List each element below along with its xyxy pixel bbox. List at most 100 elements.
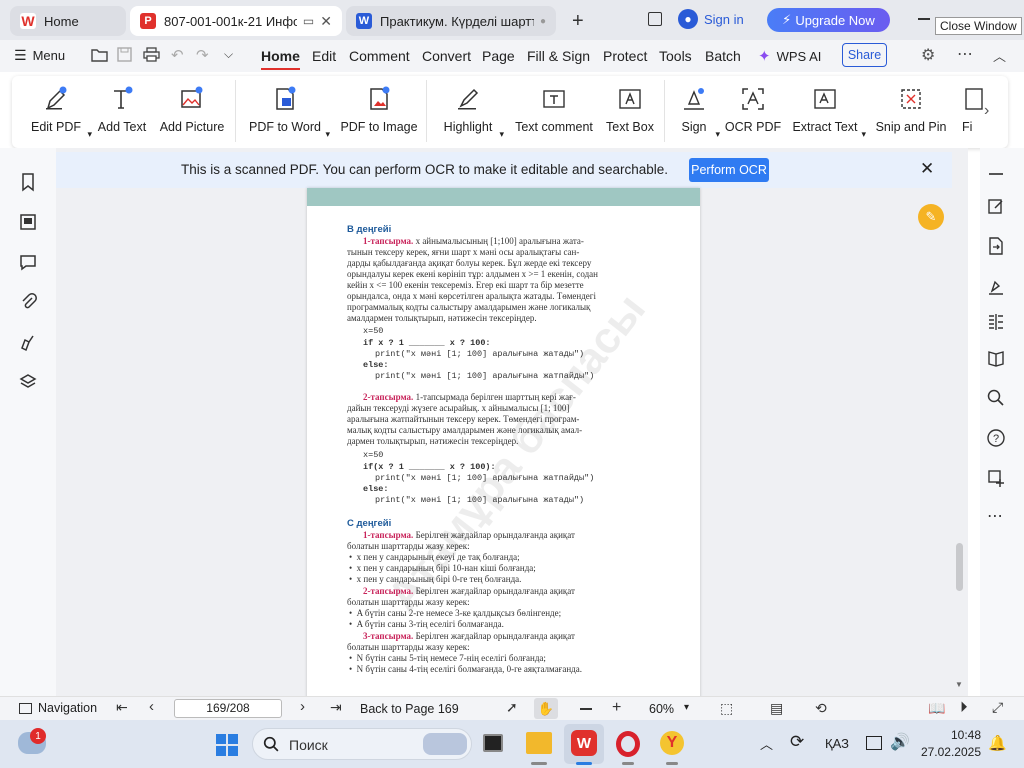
- book-icon[interactable]: [986, 348, 1006, 368]
- thumbnails-icon[interactable]: [18, 212, 38, 232]
- clock-date[interactable]: 27.02.2025: [917, 745, 981, 759]
- pdf-to-word-button[interactable]: PDF to Word ▾: [246, 82, 330, 142]
- attachment-icon[interactable]: [18, 292, 38, 312]
- minimize-icon[interactable]: [918, 18, 930, 20]
- pdf-to-image-button[interactable]: PDF to Image: [340, 82, 418, 142]
- page-layout-icon[interactable]: ▤: [770, 700, 783, 717]
- menu-convert[interactable]: Convert: [422, 48, 471, 64]
- volume-icon[interactable]: 🔊: [890, 732, 910, 752]
- clock-time[interactable]: 10:48: [929, 728, 981, 742]
- close-ocr-bar-icon[interactable]: ✕: [920, 159, 934, 179]
- open-folder-icon[interactable]: [91, 48, 108, 62]
- rotate-page-icon[interactable]: ⟲: [815, 700, 827, 717]
- opera-browser-icon[interactable]: [616, 731, 640, 757]
- undo-icon[interactable]: ↶: [171, 46, 184, 64]
- menu-tools[interactable]: Tools: [659, 48, 692, 64]
- fit-page-icon[interactable]: ⬚: [720, 700, 733, 717]
- input-language[interactable]: ҚАЗ: [825, 736, 849, 751]
- text-box-button[interactable]: Text Box: [606, 82, 654, 142]
- menu-comment[interactable]: Comment: [349, 48, 410, 64]
- edit-note-icon[interactable]: [986, 196, 1006, 216]
- bookmark-icon[interactable]: [18, 172, 38, 192]
- more-tools-icon[interactable]: ⋯: [987, 506, 1003, 526]
- floating-edit-pencil-icon[interactable]: ✎: [918, 204, 944, 230]
- layers-icon[interactable]: [18, 372, 38, 392]
- file-explorer-icon[interactable]: [526, 732, 552, 754]
- document-view[interactable]: This is a scanned PDF. You can perform O…: [56, 148, 968, 696]
- navigation-toggle[interactable]: Navigation: [19, 701, 97, 715]
- show-hidden-icons-icon[interactable]: ︿: [760, 734, 773, 753]
- windows-start-icon[interactable]: [215, 733, 239, 757]
- notification-bell-icon[interactable]: 🔔: [988, 734, 1007, 752]
- zoom-in-icon[interactable]: +: [612, 699, 621, 717]
- zoom-level[interactable]: 60%: [649, 702, 674, 716]
- reading-mode-icon[interactable]: 📖: [928, 700, 945, 717]
- scroll-down-arrow-icon[interactable]: ▼: [955, 680, 963, 689]
- export-document-icon[interactable]: [986, 236, 1006, 256]
- wps-office-taskbar-icon[interactable]: W: [571, 730, 597, 756]
- last-page-icon[interactable]: ⇥: [330, 699, 342, 716]
- zoom-out-icon[interactable]: [580, 708, 592, 710]
- highlight-button[interactable]: Highlight ▾: [438, 82, 504, 142]
- task-view-icon[interactable]: [483, 734, 503, 752]
- sign-in-button[interactable]: ● Sign in: [678, 9, 744, 29]
- search-icon[interactable]: [986, 388, 1006, 408]
- play-slideshow-icon[interactable]: ⏵: [960, 699, 968, 716]
- help-icon[interactable]: ?: [986, 428, 1006, 448]
- menu-fill-sign[interactable]: Fill & Sign: [527, 48, 590, 64]
- perform-ocr-button[interactable]: Perform OCR: [689, 158, 769, 182]
- tab-word-document[interactable]: W Практикум. Күрделі шартта ●: [346, 6, 556, 36]
- pen-sign-icon[interactable]: [986, 276, 1006, 296]
- new-tab-icon[interactable]: +: [572, 10, 584, 33]
- yandex-browser-icon[interactable]: Y: [660, 731, 684, 755]
- comment-panel-icon[interactable]: [18, 252, 38, 272]
- menu-edit[interactable]: Edit: [312, 48, 336, 64]
- network-icon[interactable]: [866, 736, 882, 750]
- monitor-icon[interactable]: ▭: [303, 14, 314, 28]
- text-comment-button[interactable]: Text comment: [514, 82, 594, 142]
- hand-tool-icon[interactable]: ✋: [534, 698, 558, 719]
- tab-pdf-document[interactable]: P 807-001-001к-21 Информ ▭ ✕: [130, 6, 342, 36]
- fill-more-button[interactable]: Fi: [962, 82, 984, 142]
- more-options-icon[interactable]: ⋯: [957, 44, 973, 64]
- menu-home[interactable]: Home: [261, 48, 300, 70]
- collapse-ribbon-icon[interactable]: ︿: [993, 46, 1006, 65]
- menu-button[interactable]: ☰ Menu: [14, 47, 65, 64]
- menu-page[interactable]: Page: [482, 48, 515, 64]
- first-page-icon[interactable]: ⇤: [116, 699, 128, 716]
- menu-protect[interactable]: Protect: [603, 48, 647, 64]
- menu-batch[interactable]: Batch: [705, 48, 741, 64]
- collapse-panel-icon[interactable]: [989, 173, 1003, 175]
- previous-page-icon[interactable]: ‹: [149, 698, 154, 715]
- ribbon-scroll-right-icon[interactable]: ›: [984, 102, 989, 120]
- back-to-page-link[interactable]: Back to Page 169: [360, 702, 459, 716]
- tabs-overview-icon[interactable]: [648, 12, 662, 26]
- zoom-dropdown-icon[interactable]: ▾: [684, 702, 689, 713]
- ocr-pdf-button[interactable]: OCR PDF: [725, 82, 781, 142]
- taskbar-search-box[interactable]: Поиск: [252, 728, 472, 760]
- chevron-down-icon[interactable]: ⌵: [224, 47, 233, 62]
- share-button[interactable]: Share: [842, 43, 887, 67]
- add-picture-button[interactable]: Add Picture: [157, 82, 227, 142]
- page-number-input[interactable]: 169/208: [174, 699, 282, 718]
- close-tab-icon[interactable]: ✕: [320, 13, 332, 30]
- add-text-button[interactable]: Add Text: [94, 82, 150, 142]
- next-page-icon[interactable]: ›: [300, 698, 305, 715]
- signature-panel-icon[interactable]: [18, 332, 38, 352]
- compare-columns-icon[interactable]: [986, 312, 1006, 332]
- scrollbar-thumb[interactable]: [956, 543, 963, 591]
- snip-and-pin-button[interactable]: Snip and Pin: [876, 82, 946, 142]
- wps-ai-button[interactable]: ✦ WPS AI: [758, 47, 821, 65]
- unsaved-dot-icon[interactable]: ●: [540, 16, 546, 27]
- print-icon[interactable]: [143, 47, 160, 62]
- upgrade-now-button[interactable]: ⚡ Upgrade Now: [767, 8, 890, 32]
- redo-icon[interactable]: ↷: [196, 46, 209, 64]
- settings-gear-icon[interactable]: ⚙: [921, 45, 935, 65]
- sign-button[interactable]: Sign ▾: [676, 82, 720, 142]
- extract-text-button[interactable]: Extract Text ▾: [790, 82, 866, 142]
- tab-home[interactable]: W Home: [10, 6, 126, 36]
- save-icon[interactable]: [117, 47, 132, 62]
- select-cursor-icon[interactable]: ➚: [506, 699, 518, 716]
- vertical-scrollbar[interactable]: [956, 148, 968, 696]
- sync-icon[interactable]: ⟳: [790, 732, 804, 752]
